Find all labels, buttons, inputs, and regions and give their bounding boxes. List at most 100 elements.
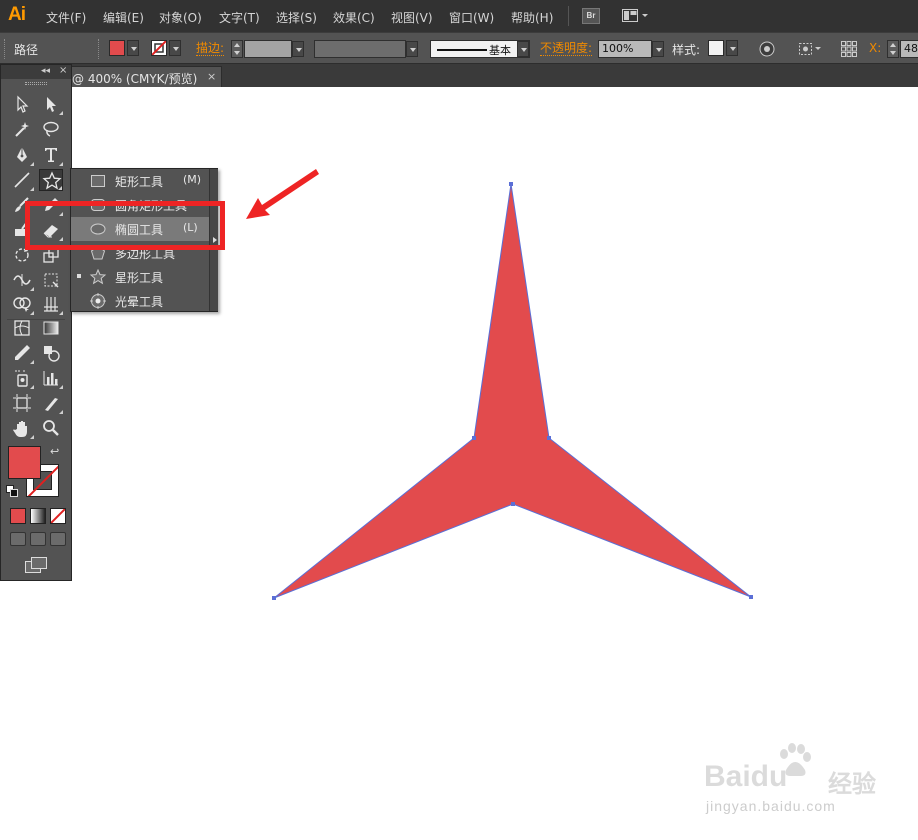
mesh-tool[interactable] [10,317,34,339]
submenu-flag [59,385,63,389]
mesh-icon [14,320,30,336]
menu-file[interactable]: 文件(F) [46,9,86,26]
draw-normal-button[interactable] [10,532,26,546]
fill-color-swatch[interactable] [109,40,125,56]
eyedropper-tool[interactable] [10,342,34,364]
stroke-color-swatch[interactable] [151,40,167,56]
artboard-icon [13,394,31,412]
screen-mode-icon[interactable] [24,556,48,574]
eyedropper-icon [15,345,30,360]
line-segment-tool[interactable] [10,169,34,191]
menu-edit[interactable]: 编辑(E) [103,9,144,26]
default-colors-icon[interactable] [6,485,18,497]
stroke-weight-dropdown[interactable] [292,41,304,57]
baidu-watermark: Baidu 经验 jingyan.baidu.com [700,742,890,822]
opacity-dropdown[interactable] [652,41,664,57]
tools-panel-header[interactable]: ◂◂ × [1,65,71,79]
control-bar-grip [98,39,101,59]
symbol-sprayer-tool[interactable] [10,367,34,389]
opacity-label[interactable]: 不透明度: [540,41,593,56]
star-icon [89,269,107,285]
stroke-label[interactable]: 描边: [196,41,225,56]
x-coordinate-spinner[interactable] [887,40,899,58]
submenu-flag [59,111,63,115]
x-coordinate-field[interactable]: 48 [900,40,918,58]
draw-inside-button[interactable] [50,532,66,546]
gradient-tool[interactable] [39,317,63,339]
menu-type[interactable]: 文字(T) [219,9,260,26]
none-mode-button[interactable] [50,508,66,524]
fill-color-box[interactable] [8,446,41,479]
gradient-mode-button[interactable] [30,508,46,524]
graphic-style-swatch[interactable] [708,40,724,56]
stroke-weight-spinner[interactable] [231,40,243,58]
annotation-highlight-box [25,201,225,250]
blend-tool[interactable] [39,342,63,364]
none-stroke-icon [152,41,166,55]
submenu-flag [30,187,34,191]
graphic-style-dropdown[interactable] [726,40,738,56]
magnifier-icon [43,420,59,436]
stroke-weight-field[interactable] [244,40,292,58]
direct-selection-tool[interactable] [39,93,63,115]
shape-builder-tool[interactable] [10,293,34,315]
brush-definition-dropdown[interactable]: 基本 [430,40,530,58]
artboard-tool[interactable] [10,392,34,414]
app-logo: Ai [8,4,26,25]
type-tool[interactable] [39,144,63,166]
control-bar-grip[interactable] [4,39,7,59]
document-tab[interactable]: @ 400% (CMYK/预览) × [64,66,222,87]
menu-select[interactable]: 选择(S) [276,9,317,26]
opacity-field[interactable]: 100% [598,40,652,58]
menu-effect[interactable]: 效果(C) [333,9,375,26]
flyout-item-flare[interactable]: 光晕工具 [71,289,209,313]
submenu-flag [30,311,34,315]
x-coordinate-label[interactable]: X: [869,41,881,55]
variable-width-dropdown[interactable] [406,41,418,57]
column-graph-tool[interactable] [39,367,63,389]
selection-tool[interactable] [10,93,34,115]
recolor-artwork-icon[interactable] [758,40,776,58]
lasso-tool[interactable] [39,118,63,140]
document-tab-close-icon[interactable]: × [207,70,216,83]
hand-tool[interactable] [10,417,34,439]
blend-icon [44,346,60,362]
slice-tool[interactable] [39,392,63,414]
perspective-grid-tool[interactable] [39,293,63,315]
draw-behind-button[interactable] [30,532,46,546]
magic-wand-tool[interactable] [10,118,34,140]
menu-object[interactable]: 对象(O) [159,9,202,26]
width-tool[interactable] [10,269,34,291]
bridge-button[interactable]: Br [582,8,600,24]
fill-dropdown[interactable] [127,40,139,56]
lasso-icon [43,121,59,137]
workspace-layout-icon[interactable] [622,8,650,24]
menu-window[interactable]: 窗口(W) [449,9,494,26]
pen-tool[interactable] [10,144,34,166]
star-tool[interactable] [39,169,63,191]
tools-panel-grip[interactable] [25,82,47,85]
stroke-dropdown[interactable] [169,40,181,56]
collapse-icon[interactable]: ◂◂ [41,66,50,76]
submenu-flag [59,410,63,414]
flyout-item-rectangle[interactable]: 矩形工具 (M) [71,169,209,193]
panel-close-icon[interactable]: × [59,65,67,76]
flyout-shortcut: (M) [183,173,202,186]
hand-icon [13,421,27,437]
brush-definition-arrow[interactable] [517,41,529,57]
align-grid-icon[interactable] [840,40,858,58]
width-icon [13,274,31,286]
free-transform-tool[interactable] [39,269,63,291]
flyout-item-star[interactable]: 星形工具 [71,265,209,289]
variable-width-field[interactable] [314,40,406,58]
submenu-flag [30,435,34,439]
menu-help[interactable]: 帮助(H) [511,9,553,26]
flyout-label: 矩形工具 [115,175,164,189]
menu-view[interactable]: 视图(V) [391,9,433,26]
isolate-group-icon[interactable] [798,40,824,58]
flyout-label: 光晕工具 [115,295,164,309]
swap-fill-stroke-icon[interactable]: ↩ [50,445,59,458]
watermark-brand: Baidu [704,760,788,793]
color-mode-button[interactable] [10,508,26,524]
zoom-tool[interactable] [39,417,63,439]
